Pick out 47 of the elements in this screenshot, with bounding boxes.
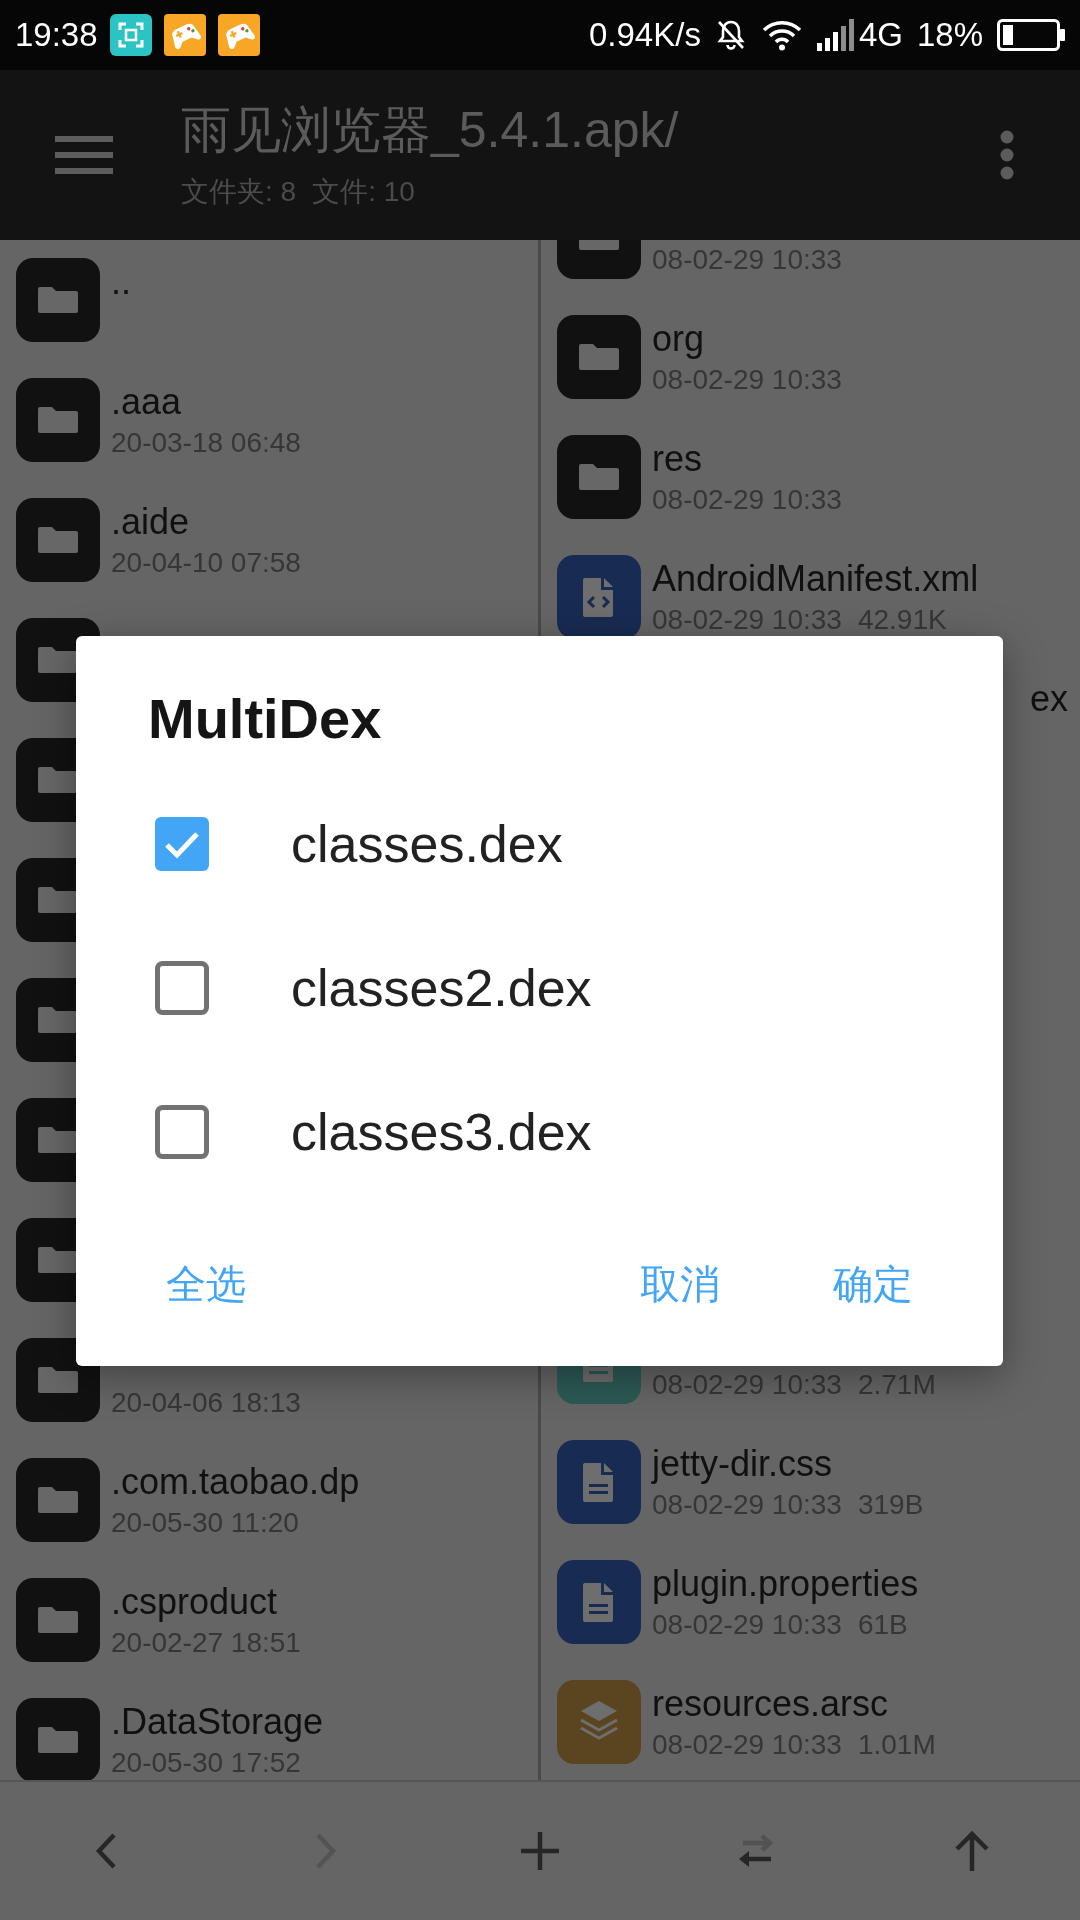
battery-percent: 18% [916,15,983,55]
file-name: .aide [111,500,190,544]
file-name: plugin.properties [652,1562,919,1606]
file-name: .aaa [111,380,182,424]
layers-icon [557,1680,641,1764]
toolbar-title: 雨见浏览器_5.4.1.apk/ [181,101,679,160]
document-icon [557,1440,641,1524]
network-type: 4G [858,15,903,55]
file-name: .com.taobao.dp [111,1460,360,1504]
file-name: .DataStorage [111,1700,324,1744]
folder-icon [16,1578,100,1662]
file-name: ex [1029,677,1068,721]
folder-icon [16,498,100,582]
file-name: org [652,317,705,361]
wifi-icon [760,19,803,51]
folder-icon [557,315,641,399]
status-time: 19:38 [15,15,98,55]
option-label[interactable]: classes2.dex [291,957,592,1019]
folder-icon [16,258,100,342]
file-name: res [652,437,702,481]
gamepad-icon [217,14,260,56]
network-speed: 0.94K/s [589,15,701,55]
dialog-title: MultiDex [148,686,382,752]
checkbox[interactable] [155,961,209,1015]
option-label[interactable]: classes.dex [291,813,563,875]
file-name: AndroidManifest.xml [652,557,979,601]
signal-icon [816,19,857,51]
more-options-icon[interactable] [999,130,1015,180]
option-label[interactable]: classes3.dex [291,1101,592,1163]
code-file-icon [557,555,641,639]
folder-count: 文件夹: 8 [181,175,297,209]
battery-icon [997,19,1065,51]
folder-icon [16,1338,100,1422]
gamepad-icon [163,14,206,56]
document-icon [557,1560,641,1644]
scan-icon [109,14,152,56]
folder-icon [557,435,641,519]
file-name: .. [111,260,131,304]
folder-icon [16,1458,100,1542]
file-name: resources.arsc [652,1682,889,1726]
menu-icon[interactable] [55,136,113,174]
checkbox[interactable] [155,1105,209,1159]
file-count: 文件: 10 [312,175,415,209]
file-name: .csproduct [111,1580,278,1624]
file-name: jetty-dir.css [652,1442,833,1486]
folder-icon [16,378,100,462]
checkbox[interactable] [155,817,209,871]
